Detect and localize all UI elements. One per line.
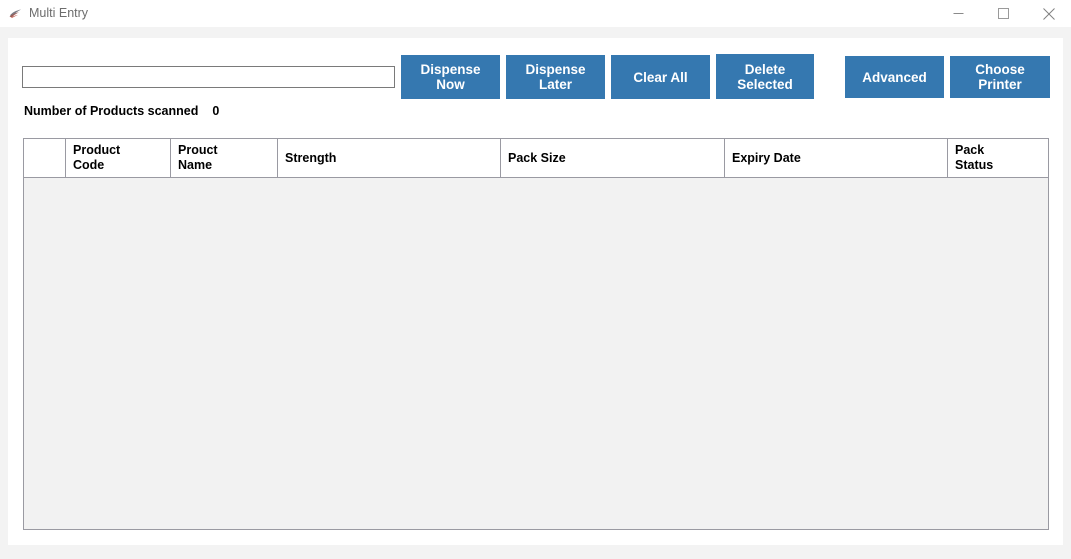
advanced-button[interactable]: Advanced (845, 56, 944, 98)
column-header-pack-size[interactable]: Pack Size (501, 139, 725, 177)
column-header-product-name[interactable]: Prouct Name (171, 139, 278, 177)
column-header-product-code[interactable]: Product Code (66, 139, 171, 177)
column-header-select[interactable] (24, 139, 66, 177)
products-table: Product Code Prouct Name Strength Pack S… (23, 138, 1049, 530)
window-title: Multi Entry (29, 6, 89, 20)
column-header-strength[interactable]: Strength (278, 139, 501, 177)
scan-input[interactable] (22, 66, 395, 88)
scanned-count-value: 0 (212, 104, 220, 118)
table-body (24, 178, 1048, 529)
app-icon (7, 5, 24, 22)
table-header-row: Product Code Prouct Name Strength Pack S… (24, 139, 1048, 178)
close-icon[interactable] (1026, 0, 1071, 27)
scanned-count-label: Number of Products scanned (24, 104, 199, 118)
scanned-count-status: Number of Products scanned 0 (24, 104, 219, 118)
maximize-icon[interactable] (981, 0, 1026, 27)
dispense-now-button[interactable]: Dispense Now (401, 55, 500, 99)
column-header-expiry-date[interactable]: Expiry Date (725, 139, 948, 177)
dispense-later-button[interactable]: Dispense Later (506, 55, 605, 99)
minimize-icon[interactable] (936, 0, 981, 27)
choose-printer-button[interactable]: Choose Printer (950, 56, 1050, 98)
window-titlebar: Multi Entry (0, 0, 1071, 28)
window-controls (936, 0, 1071, 27)
clear-all-button[interactable]: Clear All (611, 55, 710, 99)
column-header-pack-status[interactable]: Pack Status (948, 139, 1048, 177)
delete-selected-button[interactable]: Delete Selected (716, 54, 814, 99)
